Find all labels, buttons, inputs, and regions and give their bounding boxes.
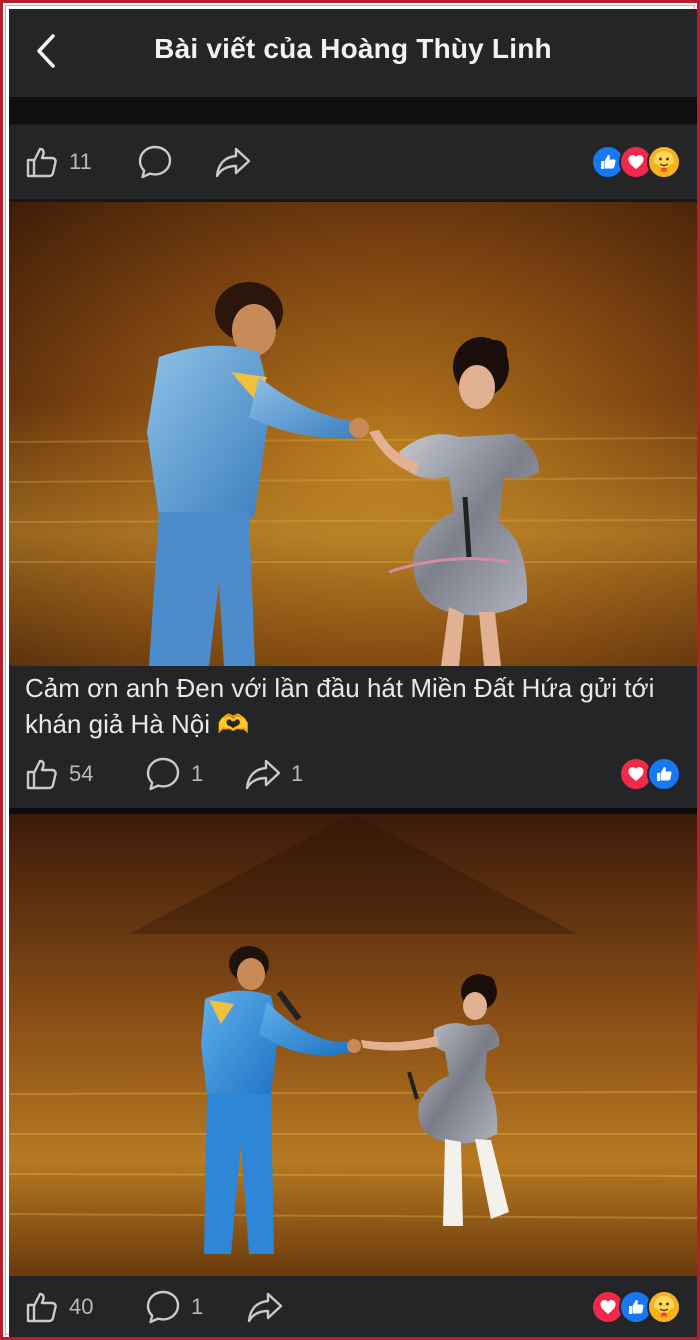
like-count: 54 (69, 761, 94, 786)
comment-button[interactable]: 1 (145, 740, 203, 808)
previous-photo-edge (9, 97, 697, 123)
reaction-summary[interactable] (591, 1276, 681, 1337)
share-arrow-icon (245, 759, 281, 790)
share-arrow-icon (215, 147, 251, 178)
post-caption: Cảm ơn anh Đen với lần đầu hát Miền Đất … (9, 666, 697, 740)
thumbs-up-icon (26, 147, 57, 178)
share-count: 1 (291, 761, 304, 786)
like-button[interactable]: 40 (25, 1276, 93, 1337)
post-1-action-bar: 11 (9, 125, 697, 199)
share-button[interactable]: 1 (245, 740, 303, 808)
like-button[interactable]: 54 (25, 740, 93, 808)
concert-photo-1 (9, 202, 697, 666)
care-reaction-icon (647, 1289, 681, 1324)
comment-button[interactable] (137, 125, 183, 199)
thumbs-up-icon (26, 759, 57, 790)
post-2-action-bar: 54 1 1 (9, 740, 697, 808)
like-button[interactable]: 11 (25, 125, 92, 199)
comment-count: 1 (191, 1293, 204, 1319)
reaction-summary[interactable] (591, 125, 681, 199)
comment-bubble-icon (146, 757, 180, 791)
share-button[interactable] (247, 1276, 293, 1337)
like-reaction-icon (647, 757, 681, 791)
reaction-summary[interactable] (619, 740, 681, 808)
top-bar: Bài viết của Hoàng Thùy Linh (9, 9, 697, 97)
comment-count: 1 (191, 761, 204, 786)
post-photo-1[interactable] (9, 202, 697, 666)
like-count: 11 (69, 149, 92, 174)
care-reaction-icon (647, 145, 681, 179)
comment-bubble-icon (138, 145, 172, 179)
comment-bubble-icon (146, 1290, 180, 1323)
post-photo-2[interactable] (9, 814, 697, 1276)
comment-button[interactable]: 1 (145, 1276, 203, 1337)
screenshot-frame: Bài viết của Hoàng Thùy Linh 11 Cảm ơn a… (0, 0, 700, 1340)
thumbs-up-icon (26, 1292, 57, 1322)
caption-text: Cảm ơn anh Đen với lần đầu hát Miền Đất … (25, 673, 655, 739)
app-screen: Bài viết của Hoàng Thùy Linh 11 Cảm ơn a… (9, 9, 697, 1337)
concert-photo-2 (9, 814, 697, 1276)
page-title: Bài viết của Hoàng Thùy Linh (154, 33, 552, 64)
share-button[interactable] (215, 125, 261, 199)
post-3-action-bar: 40 1 (9, 1276, 697, 1337)
like-count: 40 (69, 1293, 94, 1319)
heart-hands-emoji-icon: 🫶 (217, 709, 250, 739)
share-arrow-icon (247, 1292, 283, 1322)
